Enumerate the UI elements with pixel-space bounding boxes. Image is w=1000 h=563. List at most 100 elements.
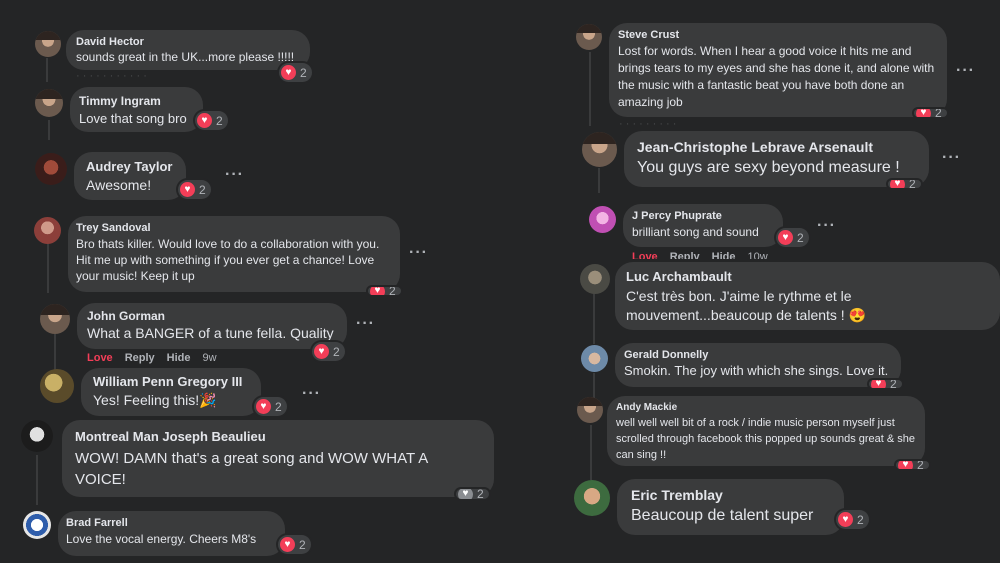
avatar[interactable]: [21, 420, 53, 452]
timestamp[interactable]: 10w: [748, 251, 768, 259]
love-link[interactable]: Love: [632, 251, 658, 259]
comment-author[interactable]: John Gorman: [87, 309, 337, 323]
heart-icon: ♥: [890, 180, 905, 188]
comment-author[interactable]: Andy Mackie: [616, 402, 916, 413]
reaction-count[interactable]: ♥ 2: [836, 510, 869, 529]
more-icon[interactable]: ···: [356, 315, 375, 333]
love-link[interactable]: Love: [87, 352, 113, 364]
reaction-count[interactable]: ♥ 2: [254, 397, 287, 416]
reaction-count[interactable]: ♥ 2: [279, 63, 312, 82]
avatar[interactable]: [577, 397, 603, 423]
reaction-count[interactable]: ♥ 2: [178, 180, 211, 199]
reaction-number: 2: [477, 489, 484, 499]
reaction-number: 2: [890, 380, 897, 388]
comment-author[interactable]: Audrey Taylor: [86, 159, 174, 174]
comment-text: C'est très bon. J'aime le rythme et le m…: [626, 288, 867, 323]
avatar[interactable]: [23, 511, 51, 539]
reply-link[interactable]: Reply: [125, 352, 155, 364]
comment-author[interactable]: Jean-Christophe Lebrave Arsenault: [637, 139, 916, 155]
heart-icon: ♥: [280, 537, 295, 552]
comment-bubble: Trey Sandoval Bro thats killer. Would lo…: [68, 216, 400, 292]
comment-text: brilliant song and sound: [632, 225, 759, 239]
comment-author[interactable]: Luc Archambault: [626, 269, 989, 284]
avatar[interactable]: [35, 153, 67, 185]
comment-author[interactable]: Timmy Ingram: [79, 94, 194, 108]
comment-text: Beaucoup de talent super: [631, 507, 814, 524]
reaction-count[interactable]: ♥ 2: [368, 287, 401, 295]
comment-bubble: Steve Crust Lost for words. When I hear …: [609, 23, 947, 117]
heart-icon: ♥: [256, 399, 271, 414]
heart-icon: ♥: [281, 65, 296, 80]
reaction-count[interactable]: ♥ 2: [869, 380, 902, 388]
timestamp[interactable]: 9w: [203, 352, 217, 364]
more-icon[interactable]: ···: [956, 62, 975, 80]
reaction-number: 2: [333, 344, 340, 359]
reaction-count[interactable]: ♥ 2: [896, 461, 929, 469]
reaction-number: 2: [299, 537, 306, 552]
comment-bubble: Audrey Taylor Awesome!: [74, 152, 186, 200]
heart-icon: ♥: [314, 344, 329, 359]
heart-icon: ♥: [916, 109, 931, 117]
comment-author[interactable]: Brad Farrell: [66, 517, 277, 529]
more-icon[interactable]: ···: [942, 149, 961, 167]
reaction-count[interactable]: ♥ 2: [914, 109, 947, 117]
thread-line-right: [589, 52, 591, 126]
comment-author[interactable]: Steve Crust: [618, 29, 938, 41]
comment-bubble: Brad Farrell Love the vocal energy. Chee…: [58, 511, 285, 556]
avatar[interactable]: [35, 89, 63, 117]
avatar[interactable]: [40, 304, 70, 334]
comment-bubble: Luc Archambault C'est très bon. J'aime l…: [615, 262, 1000, 330]
reaction-number: 2: [389, 287, 396, 295]
cropped-action-row: · · · · · · · · ·: [619, 118, 677, 130]
more-icon[interactable]: ···: [302, 385, 321, 403]
avatar[interactable]: [589, 206, 616, 233]
more-icon[interactable]: ···: [817, 217, 836, 235]
reaction-count[interactable]: ♥ 2: [312, 342, 345, 361]
comment-actions: Love Reply Hide 9w: [87, 352, 229, 364]
comment-author[interactable]: Gerald Donnelly: [624, 349, 892, 361]
thread-line-right: [593, 292, 595, 344]
reaction-number: 2: [216, 113, 223, 128]
thread-line-left: [54, 334, 56, 370]
comment-bubble: William Penn Gregory III Yes! Feeling th…: [81, 368, 261, 416]
comment-text: Bro thats killer. Would love to do a col…: [76, 237, 380, 283]
thread-line-right: [593, 373, 595, 400]
comment-text: Awesome!: [86, 177, 152, 193]
comment-text: Love the vocal energy. Cheers M8's: [66, 532, 257, 546]
comment-bubble: Montreal Man Joseph Beaulieu WOW! DAMN t…: [62, 420, 494, 497]
avatar[interactable]: [581, 345, 608, 372]
reaction-count[interactable]: ♥ 2: [888, 180, 921, 188]
comment-text: Smokin. The joy with which she sings. Lo…: [624, 363, 889, 378]
reaction-count[interactable]: ♥ 2: [278, 535, 311, 554]
avatar[interactable]: [576, 24, 602, 50]
comment-text: You guys are sexy beyond measure !: [637, 159, 900, 176]
comment-bubble: Timmy Ingram Love that song bro: [70, 87, 203, 132]
thread-line-right: [598, 168, 600, 193]
reply-link[interactable]: Reply: [670, 251, 700, 259]
comment-author[interactable]: Trey Sandoval: [76, 222, 392, 234]
reaction-count[interactable]: ♥ 2: [456, 489, 489, 499]
comment-author[interactable]: Eric Tremblay: [631, 487, 830, 503]
avatar[interactable]: [580, 264, 610, 294]
comment-text: Lost for words. When I hear a good voice…: [618, 44, 935, 109]
comment-text: What a BANGER of a tune fella. Quality: [87, 325, 334, 341]
comment-bubble: John Gorman What a BANGER of a tune fell…: [77, 303, 347, 349]
reaction-count[interactable]: ♥ 2: [776, 228, 809, 247]
comment-author[interactable]: David Hector: [76, 36, 300, 48]
more-icon[interactable]: ···: [409, 244, 428, 262]
reaction-count[interactable]: ♥ 2: [195, 111, 228, 130]
avatar[interactable]: [34, 217, 61, 244]
more-icon[interactable]: ···: [225, 166, 244, 184]
heart-icon: ♥: [838, 512, 853, 527]
hide-link[interactable]: Hide: [167, 352, 191, 364]
reaction-number: 2: [857, 512, 864, 527]
comment-bubble: Andy Mackie well well well bit of a rock…: [607, 396, 925, 466]
hide-link[interactable]: Hide: [712, 251, 736, 259]
comment-author[interactable]: J Percy Phuprate: [632, 210, 774, 222]
avatar[interactable]: [35, 31, 61, 57]
comment-author[interactable]: William Penn Gregory III: [93, 374, 249, 389]
avatar[interactable]: [40, 369, 74, 403]
comment-author[interactable]: Montreal Man Joseph Beaulieu: [75, 429, 481, 444]
avatar[interactable]: [574, 480, 610, 516]
avatar[interactable]: [582, 132, 617, 167]
